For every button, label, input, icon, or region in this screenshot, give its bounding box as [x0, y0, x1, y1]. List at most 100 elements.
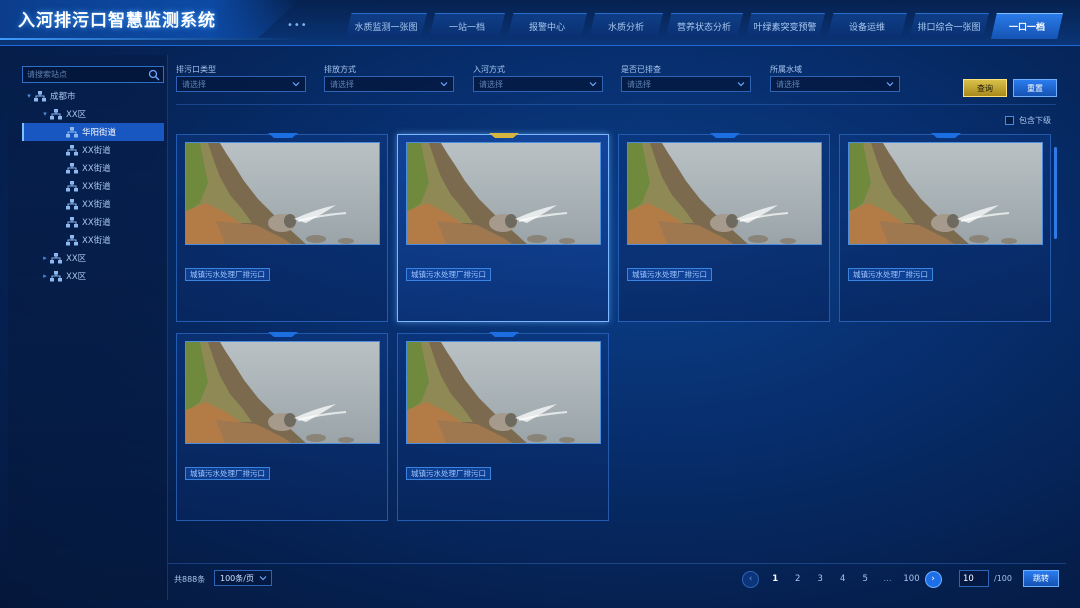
- outlet-card[interactable]: 城镇污水处理厂排污口: [397, 133, 609, 322]
- outlet-type-tag: 城镇污水处理厂排污口: [627, 268, 712, 281]
- goto-button[interactable]: 跳转: [1023, 570, 1059, 587]
- filter-label: 排污口类型: [176, 65, 216, 74]
- caret-expanded-icon[interactable]: ▾: [40, 110, 50, 118]
- outlet-photo: [848, 142, 1043, 245]
- outlet-photo: [406, 142, 601, 245]
- filter-select[interactable]: 请选择: [324, 76, 454, 92]
- filter-group: 排放方式 请选择: [324, 64, 454, 92]
- caret-collapsed-icon[interactable]: ▸: [40, 272, 50, 280]
- caret-collapsed-icon[interactable]: ▸: [40, 254, 50, 262]
- nav-tab[interactable]: 水质监测一张图: [345, 13, 427, 39]
- filter-select[interactable]: 请选择: [770, 76, 900, 92]
- filter-select[interactable]: 请选择: [473, 76, 603, 92]
- pager: ‹ 1 2 3 4 5... 100 ›: [742, 569, 942, 589]
- card-notch: [268, 133, 298, 138]
- reset-button[interactable]: 重置: [1013, 79, 1057, 97]
- card-notch: [489, 133, 519, 138]
- prev-page-icon[interactable]: ‹: [742, 570, 759, 588]
- checkbox-box[interactable]: [1005, 116, 1014, 125]
- outlet-type-tag: 城镇污水处理厂排污口: [848, 268, 933, 281]
- scrollbar-thumb[interactable]: [1054, 147, 1057, 239]
- app-title: 入河排污口智慧监测系统: [18, 11, 216, 31]
- filter-placeholder: 请选择: [627, 80, 651, 89]
- main-nav: 水质监测一张图 一站一档 报警中心 水质分析 营养状态分析 叶绿素突变预警 设备运维 排口综合…: [345, 13, 1065, 39]
- tree-node[interactable]: XX街道: [22, 231, 164, 249]
- filter-label: 所属水域: [770, 65, 802, 74]
- card-notch: [268, 332, 298, 337]
- filter-label: 排放方式: [324, 65, 356, 74]
- tree-node-label: XX街道: [82, 218, 111, 228]
- page-number[interactable]: 2: [787, 574, 810, 584]
- outlet-card[interactable]: 城镇污水处理厂排污口: [176, 133, 388, 322]
- outlet-type-tag: 城镇污水处理厂排污口: [185, 467, 270, 480]
- page-number[interactable]: 4: [832, 574, 855, 584]
- filter-label: 是否已排查: [621, 65, 661, 74]
- org-node-icon: [66, 162, 78, 174]
- tree-node-label: XX街道: [82, 146, 111, 156]
- tree-node-label: XX区: [66, 110, 87, 120]
- tree-node-label: XX街道: [82, 236, 111, 246]
- nav-tab[interactable]: 设备运维: [827, 13, 907, 39]
- tree-node[interactable]: ▸ XX区: [22, 249, 164, 267]
- outlet-type-tag: 城镇污水处理厂排污口: [406, 467, 491, 480]
- page-ellipsis: ...: [883, 574, 892, 584]
- org-node-icon: [66, 126, 78, 138]
- tree-node[interactable]: XX街道: [22, 213, 164, 231]
- page-size-select[interactable]: 100条/页: [214, 570, 272, 586]
- tree-node-label: XX街道: [82, 200, 111, 210]
- title-underline: [0, 38, 300, 40]
- nav-tab[interactable]: 报警中心: [507, 13, 587, 39]
- outlet-card[interactable]: 城镇污水处理厂排污口: [176, 332, 388, 521]
- page-number[interactable]: 3: [809, 574, 832, 584]
- outlet-card[interactable]: 城镇污水处理厂排污口: [839, 133, 1051, 322]
- org-node-icon: [50, 108, 62, 120]
- query-button[interactable]: 查询: [963, 79, 1007, 97]
- caret-expanded-icon[interactable]: ▾: [24, 92, 34, 100]
- org-node-icon: [34, 90, 46, 102]
- page-number[interactable]: 5: [854, 574, 877, 584]
- tree-node[interactable]: XX街道: [22, 141, 164, 159]
- outlet-card[interactable]: 城镇污水处理厂排污口: [618, 133, 830, 322]
- nav-tab[interactable]: 排口综合一张图: [909, 13, 989, 39]
- tree-node[interactable]: ▾ 成都市: [22, 87, 164, 105]
- goto-page-input[interactable]: [959, 570, 989, 587]
- filter-select[interactable]: 请选择: [176, 76, 306, 92]
- tree-node[interactable]: XX街道: [22, 159, 164, 177]
- nav-tab[interactable]: 一站一档: [429, 13, 505, 39]
- filter-bar: 排污口类型 请选择 排放方式 请选择 入河方式 请选择 是否已排查 请选择 所属水域 请选择: [176, 64, 1066, 104]
- tree-node-label: XX街道: [82, 182, 111, 192]
- chevron-down-icon: [589, 82, 597, 87]
- region-tree: ▾ 成都市 ▾ XX区 华阳街道 XX街道 XX街道 XX街道 XX街道 XX街道 XX街道 ▸ XX区…: [22, 87, 164, 285]
- nav-tab[interactable]: 一口一档: [991, 13, 1063, 39]
- station-search-input[interactable]: [23, 67, 145, 82]
- top-header: 入河排污口智慧监测系统 ••• 水质监测一张图 一站一档 报警中心 水质分析 营养状态分…: [0, 0, 1080, 46]
- tree-node[interactable]: 华阳街道: [22, 123, 164, 141]
- tree-node[interactable]: ▾ XX区: [22, 105, 164, 123]
- filter-placeholder: 请选择: [182, 80, 206, 89]
- chevron-down-icon: [259, 576, 267, 581]
- outlet-card-grid: 城镇污水处理厂排污口 城镇污水处理厂排污口 城镇污水处理厂排污口 城镇污水处理厂排污口…: [176, 133, 1056, 524]
- page-number[interactable]: 1: [764, 574, 787, 584]
- tree-node[interactable]: ▸ XX区: [22, 267, 164, 285]
- card-notch: [489, 332, 519, 337]
- next-page-icon[interactable]: ›: [924, 570, 942, 588]
- tree-node[interactable]: XX街道: [22, 195, 164, 213]
- include-sub-checkbox[interactable]: 包含下级: [1005, 115, 1051, 126]
- filter-group: 排污口类型 请选择: [176, 64, 306, 92]
- chevron-down-icon: [292, 82, 300, 87]
- org-node-icon: [66, 180, 78, 192]
- filter-placeholder: 请选择: [330, 80, 354, 89]
- filter-group: 所属水域 请选择: [770, 64, 900, 92]
- tree-node[interactable]: XX街道: [22, 177, 164, 195]
- tree-node-label: 成都市: [50, 92, 76, 102]
- page-number-last[interactable]: 100: [899, 574, 925, 584]
- nav-tab[interactable]: 水质分析: [589, 13, 663, 39]
- search-icon[interactable]: [148, 69, 160, 81]
- station-search-box: [22, 66, 164, 83]
- tree-node-label: XX区: [66, 272, 87, 282]
- nav-tab[interactable]: 叶绿素突变预警: [745, 13, 825, 39]
- outlet-type-tag: 城镇污水处理厂排污口: [185, 268, 270, 281]
- nav-tab[interactable]: 营养状态分析: [665, 13, 743, 39]
- filter-select[interactable]: 请选择: [621, 76, 751, 92]
- outlet-card[interactable]: 城镇污水处理厂排污口: [397, 332, 609, 521]
